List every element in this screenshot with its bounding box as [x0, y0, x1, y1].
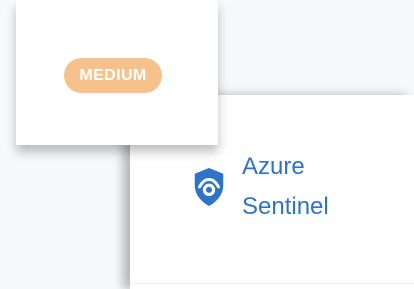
shield-eye-icon	[194, 168, 224, 206]
severity-badge: MEDIUM	[64, 58, 162, 93]
severity-card: MEDIUM	[16, 0, 218, 145]
provider-name: Azure Sentinel	[242, 153, 329, 220]
provider-row[interactable]: Azure Sentinel	[190, 147, 352, 227]
panel-divider	[130, 283, 414, 284]
